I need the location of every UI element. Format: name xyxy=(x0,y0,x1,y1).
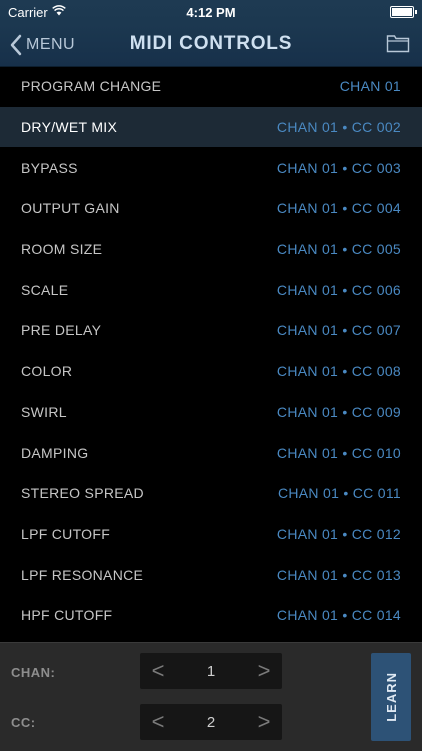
status-time: 4:12 PM xyxy=(186,5,236,20)
page-title: MIDI CONTROLS xyxy=(129,33,293,54)
control-name: LPF RESONANCE xyxy=(21,566,144,583)
control-name: DAMPING xyxy=(21,444,89,461)
control-assignment: CHAN 01 • CC 008 xyxy=(276,363,401,380)
midi-control-list[interactable]: PROGRAM CHANGE CHAN 01 DRY/WET MIX CHAN 01 … xyxy=(0,66,422,642)
midi-control-row[interactable]: COLOR CHAN 01 • CC 008 xyxy=(0,351,422,392)
midi-control-row[interactable]: ROOM SIZE CHAN 01 • CC 005 xyxy=(0,229,422,270)
chan-value: 1 xyxy=(206,662,216,680)
status-bar: Carrier 4:12 PM xyxy=(0,0,422,24)
control-assignment: CHAN 01 • CC 013 xyxy=(276,566,401,583)
chan-stepper: < 1 > xyxy=(140,653,282,689)
learn-button[interactable]: LEARN xyxy=(371,653,411,741)
chan-decrement-button[interactable]: < xyxy=(140,653,176,689)
midi-control-row[interactable]: DRY/WET MIX CHAN 01 • CC 002 xyxy=(0,106,422,148)
control-assignment: CHAN 01 • CC 009 xyxy=(276,403,401,420)
control-assignment: CHAN 01 • CC 006 xyxy=(276,281,401,298)
cc-increment-button[interactable]: > xyxy=(246,704,282,740)
control-name: COLOR xyxy=(21,363,73,380)
control-assignment: CHAN 01 xyxy=(339,78,401,95)
control-name: PROGRAM CHANGE xyxy=(21,78,162,95)
control-assignment: CHAN 01 • CC 005 xyxy=(276,241,401,258)
control-assignment: CHAN 01 • CC 012 xyxy=(276,525,401,542)
midi-control-row[interactable]: DAMPING CHAN 01 • CC 010 xyxy=(0,432,422,473)
folder-icon xyxy=(386,35,410,53)
control-name: SCALE xyxy=(21,281,69,298)
control-assignment: CHAN 01 • CC 010 xyxy=(276,444,401,461)
control-name: HPF CUTOFF xyxy=(21,607,113,624)
folder-button[interactable] xyxy=(386,33,410,58)
cc-label: CC: xyxy=(11,715,36,730)
control-assignment: CHAN 01 • CC 014 xyxy=(276,607,401,624)
control-assignment: CHAN 01 • CC 011 xyxy=(277,485,401,502)
control-assignment: CHAN 01 • CC 004 xyxy=(276,200,401,217)
battery-icon xyxy=(390,6,417,18)
chan-increment-button[interactable]: > xyxy=(246,653,282,689)
navigation-bar: MENU MIDI CONTROLS xyxy=(0,24,422,67)
control-name: SWIRL xyxy=(21,403,67,420)
control-name: OUTPUT GAIN xyxy=(21,200,120,217)
control-name: LPF CUTOFF xyxy=(21,525,111,542)
midi-control-row[interactable]: HPF CUTOFF CHAN 01 • CC 014 xyxy=(0,595,422,636)
cc-decrement-button[interactable]: < xyxy=(140,704,176,740)
learn-button-label: LEARN xyxy=(383,672,399,722)
control-name: DRY/WET MIX xyxy=(21,119,118,136)
midi-control-row[interactable]: STEREO SPREAD CHAN 01 • CC 011 xyxy=(0,473,422,514)
control-name: PRE DELAY xyxy=(21,322,102,339)
midi-control-row[interactable]: PROGRAM CHANGE CHAN 01 xyxy=(0,66,422,107)
control-assignment: CHAN 01 • CC 007 xyxy=(276,322,401,339)
midi-control-row[interactable]: SCALE CHAN 01 • CC 006 xyxy=(0,269,422,310)
midi-control-row[interactable]: SWIRL CHAN 01 • CC 009 xyxy=(0,392,422,433)
control-name: ROOM SIZE xyxy=(21,241,103,258)
midi-control-row[interactable]: LPF RESONANCE CHAN 01 • CC 013 xyxy=(0,554,422,595)
control-assignment: CHAN 01 • CC 003 xyxy=(276,159,401,176)
midi-control-row[interactable]: BYPASS CHAN 01 • CC 003 xyxy=(0,147,422,188)
control-assignment: CHAN 01 • CC 002 xyxy=(276,119,401,136)
control-name: BYPASS xyxy=(21,159,78,176)
cc-stepper: < 2 > xyxy=(140,704,282,740)
midi-control-row[interactable]: LPF CUTOFF CHAN 01 • CC 012 xyxy=(0,514,422,555)
midi-control-row[interactable]: PRE DELAY CHAN 01 • CC 007 xyxy=(0,310,422,351)
midi-control-row[interactable]: OUTPUT GAIN CHAN 01 • CC 004 xyxy=(0,188,422,229)
control-name: STEREO SPREAD xyxy=(21,485,144,502)
cc-value: 2 xyxy=(206,713,216,731)
chan-label: CHAN: xyxy=(11,665,56,680)
assignment-panel: CHAN: < 1 > CC: < 2 > LEARN xyxy=(0,642,422,751)
